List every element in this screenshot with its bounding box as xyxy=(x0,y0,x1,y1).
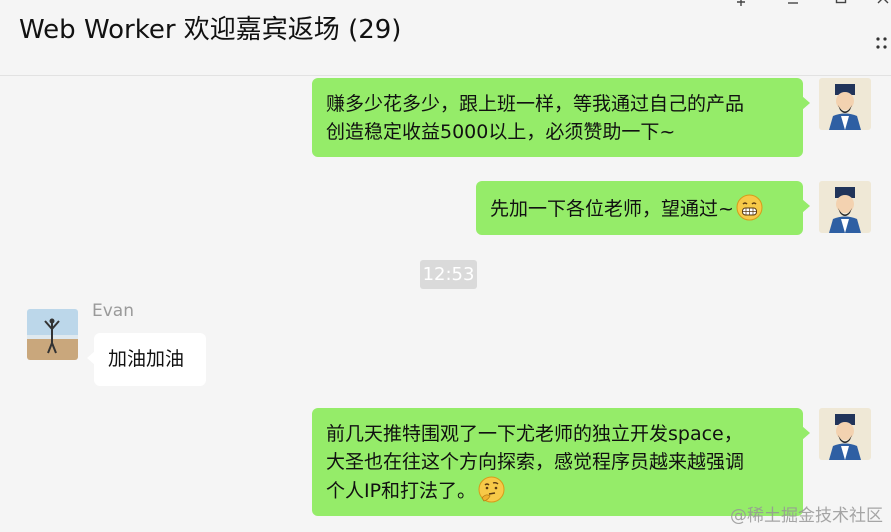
pin-icon[interactable] xyxy=(730,0,752,13)
message-text: 先加一下各位老师，望通过~ xyxy=(490,198,734,220)
message-text: 赚多少花多少，跟上班一样，等我通过自己的产品 xyxy=(326,93,745,115)
chat-title: Web Worker 欢迎嘉宾返场 (29) xyxy=(19,15,402,45)
message-text: 加油加油 xyxy=(108,348,185,370)
evan-avatar[interactable] xyxy=(27,309,78,360)
close-icon[interactable] xyxy=(872,0,891,13)
timestamp-badge: 12:53 xyxy=(420,260,477,289)
watermark: @稀土掘金技术社区 xyxy=(730,506,883,526)
message-text: 创造稳定收益5000以上，必须赞助一下~ xyxy=(326,121,676,143)
message-bubble-other[interactable]: 加油加油 xyxy=(87,333,206,386)
thinking-emoji-icon xyxy=(478,476,505,503)
message-text: 前几天推特围观了一下尤老师的独立开发space， xyxy=(326,423,743,445)
message-bubble-self[interactable]: 赚多少花多少，跟上班一样，等我通过自己的产品 创造稳定收益5000以上，必须赞助… xyxy=(312,78,810,157)
message-list[interactable]: 赚多少花多少，跟上班一样，等我通过自己的产品 创造稳定收益5000以上，必须赞助… xyxy=(0,77,891,532)
self-avatar[interactable] xyxy=(819,181,871,233)
maximize-icon[interactable] xyxy=(830,0,852,13)
more-options-icon[interactable] xyxy=(875,30,891,54)
minimize-icon[interactable] xyxy=(782,0,804,13)
message-bubble-self[interactable]: 先加一下各位老师，望通过~ xyxy=(476,181,810,235)
grin-emoji-icon xyxy=(736,194,763,221)
chat-header: Web Worker 欢迎嘉宾返场 (29) xyxy=(0,0,891,76)
sender-name: Evan xyxy=(92,301,134,321)
self-avatar[interactable] xyxy=(819,408,871,460)
self-avatar[interactable] xyxy=(819,78,871,130)
message-bubble-self[interactable]: 前几天推特围观了一下尤老师的独立开发space， 大圣也在往这个方向探索，感觉程… xyxy=(312,408,810,516)
message-text: 个人IP和打法了。 xyxy=(326,480,477,502)
message-text: 大圣也在往这个方向探索，感觉程序员越来越强调 xyxy=(326,451,745,473)
